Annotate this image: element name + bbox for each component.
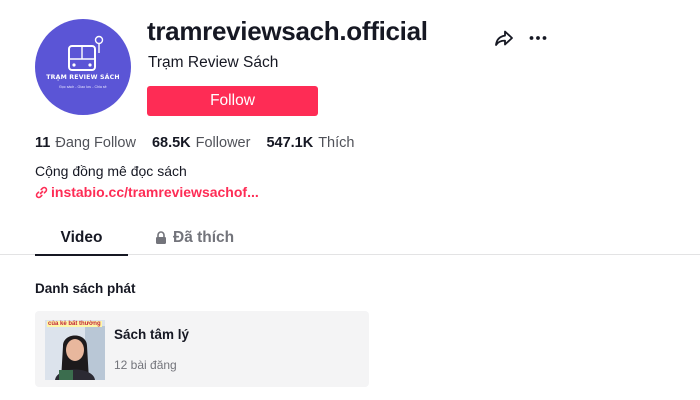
avatar-tagline: Đọc sách - Giao lưu - Chia sẻ xyxy=(59,85,107,89)
playlist-card[interactable]: của kẻ bất thường Sách tâm lý 12 bài đăn… xyxy=(35,311,369,387)
avatar-brand-text: TRẠM REVIEW SÁCH xyxy=(46,74,120,81)
profile-nickname: Trạm Review Sách xyxy=(148,54,279,71)
share-icon[interactable] xyxy=(494,28,514,48)
playlist-section-title: Danh sách phát xyxy=(35,281,136,296)
profile-link[interactable]: instabio.cc/tramreviewsachof... xyxy=(35,184,259,200)
tab-liked-label: Đã thích xyxy=(173,228,235,246)
lock-icon xyxy=(156,231,166,244)
followers-count[interactable]: 68.5K xyxy=(152,135,191,151)
profile-avatar[interactable]: TRẠM REVIEW SÁCH Đọc sách - Giao lưu - C… xyxy=(35,19,131,115)
playlist-title: Sách tâm lý xyxy=(114,327,190,342)
profile-bio: Cộng đồng mê đọc sách xyxy=(35,163,187,179)
likes-count: 547.1K xyxy=(266,135,314,151)
more-options-icon[interactable] xyxy=(528,28,548,48)
followers-label[interactable]: Follower xyxy=(196,135,251,151)
link-icon xyxy=(35,186,48,198)
playlist-count: 12 bài đăng xyxy=(114,358,177,372)
likes-label: Thích xyxy=(318,135,355,151)
tab-video-label: Video xyxy=(60,228,103,246)
profile-link-text: instabio.cc/tramreviewsachof... xyxy=(51,184,259,200)
tab-video[interactable]: Video xyxy=(35,220,128,256)
following-label[interactable]: Đang Follow xyxy=(55,135,136,151)
follow-button[interactable]: Follow xyxy=(147,86,318,116)
playlist-thumbnail: của kẻ bất thường xyxy=(45,320,105,380)
bus-book-icon xyxy=(68,35,104,71)
following-count[interactable]: 11 xyxy=(35,135,50,151)
playlist-thumbnail-text: của kẻ bất thường xyxy=(47,321,102,327)
profile-username: tramreviewsach.official xyxy=(147,16,428,46)
tab-liked[interactable]: Đã thích xyxy=(155,220,234,255)
profile-tabs: Video Đã thích xyxy=(0,220,700,256)
profile-stats: 11 Đang Follow 68.5K Follower 547.1K Thí… xyxy=(35,135,370,151)
